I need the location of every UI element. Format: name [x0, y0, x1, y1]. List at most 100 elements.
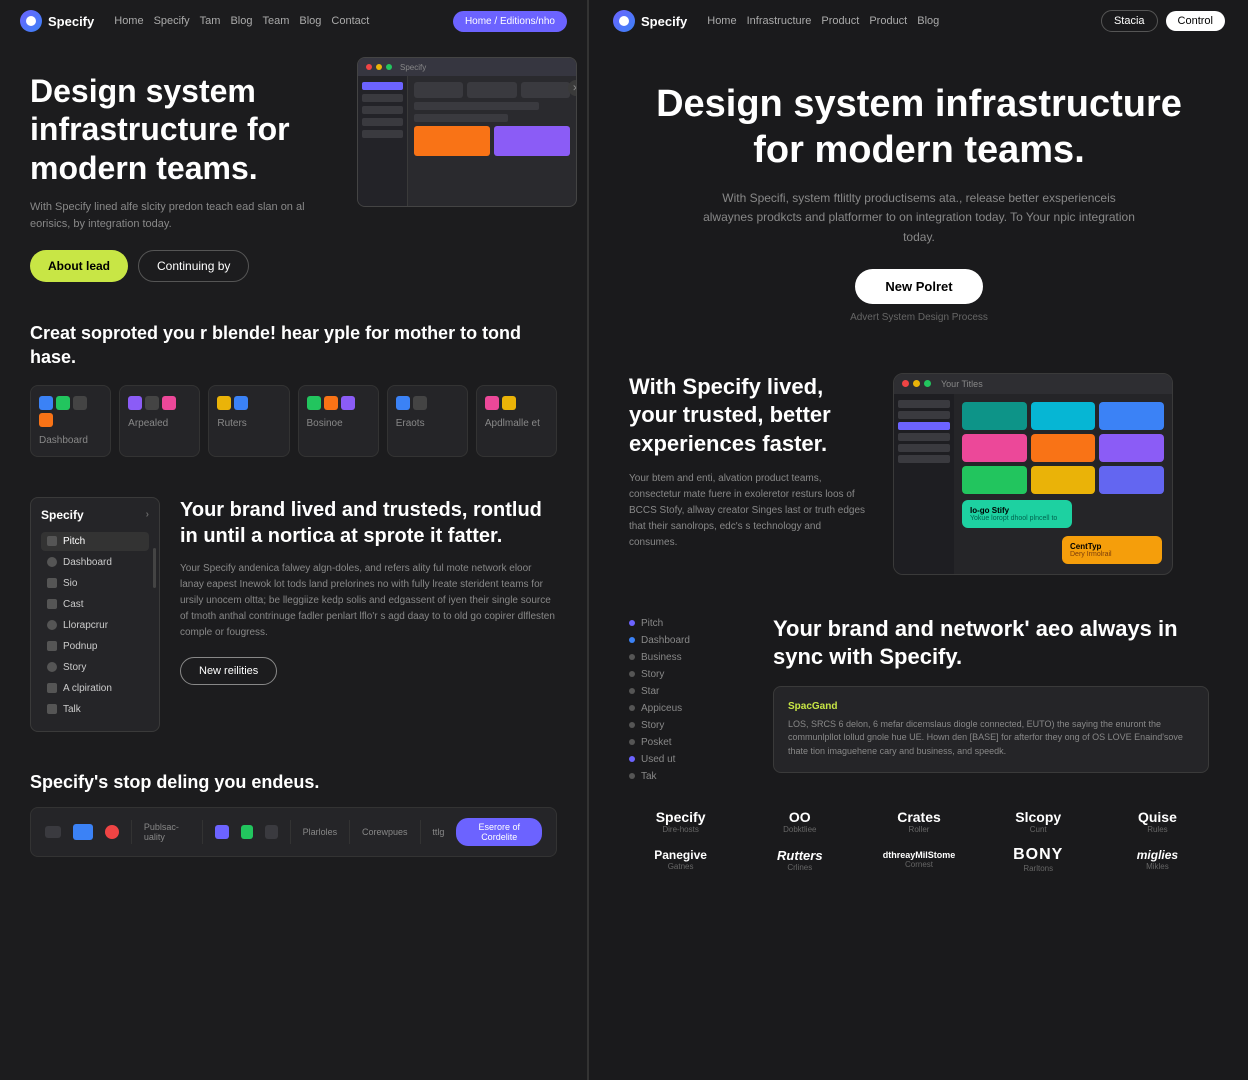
brand-sync-content: Your brand and network' aeo always in sy…: [773, 615, 1209, 790]
continuing-button[interactable]: Continuing by: [138, 250, 249, 282]
sync-nav-label-usedut: Used ut: [641, 754, 675, 765]
nav-blog-1[interactable]: Blog: [230, 15, 252, 27]
story-icon: [47, 662, 57, 672]
hero-headline-right: Design system infrastructure for modern …: [629, 82, 1209, 173]
nav-links-left: Home Specify Tam Blog Team Blog Contact: [114, 15, 441, 27]
cat-icon-15: [485, 396, 499, 410]
brand-nav-clpiration[interactable]: A clpiration: [41, 679, 149, 698]
cat-icon-9: [234, 396, 248, 410]
company-panegive: Panegive Gatnes: [629, 848, 732, 871]
mockup-sidebar-item-4: [362, 118, 403, 126]
mockup-card-orange: [414, 126, 490, 156]
mockup-close[interactable]: ✕: [568, 80, 577, 96]
nav-team[interactable]: Team: [262, 15, 289, 27]
nav-cta-button-left[interactable]: Home / Editions/nho: [453, 11, 567, 32]
mockup-nav-4: [898, 444, 950, 452]
cat-label-6: Apdlmalle et: [485, 418, 548, 429]
company-name-quise: Quise: [1106, 809, 1209, 825]
hero-desc-right: With Specifi, system ftlitlty productise…: [699, 189, 1139, 247]
category-ruters[interactable]: Ruters: [208, 385, 289, 457]
sync-dot-posket: [629, 739, 635, 745]
cat-label-4: Bosinoe: [307, 418, 370, 429]
nav-r-blog[interactable]: Blog: [917, 15, 939, 27]
mockup-sidebar-item-2: [362, 94, 403, 102]
info-card-title: SpacGand: [788, 701, 1194, 712]
hero-mockup-left: Specify: [357, 57, 577, 207]
nav-contact[interactable]: Contact: [331, 15, 369, 27]
brand-nav-talk[interactable]: Talk: [41, 700, 149, 719]
company-name-slcopy: Slcopy: [987, 809, 1090, 825]
sync-nav-label-star: Star: [641, 686, 659, 697]
brand-nav-dashboard[interactable]: Dashboard: [41, 553, 149, 572]
specify-ui-mockup: Your Titles: [893, 373, 1173, 575]
new-polret-button[interactable]: New Polret: [855, 269, 982, 304]
brand-nav-sio[interactable]: Sio: [41, 574, 149, 593]
brand-sidebar-arrow: ›: [146, 509, 149, 520]
category-apdlmalle[interactable]: Apdlmalle et: [476, 385, 557, 457]
company-sub-crates: Roller: [867, 825, 970, 834]
mockup-bar-2: [414, 114, 508, 122]
company-sub-bony: Rarltons: [987, 864, 1090, 873]
toolbar-divider-3: [290, 820, 291, 844]
category-eraots[interactable]: Eraots: [387, 385, 468, 457]
cat-icons-6: [485, 396, 548, 410]
sync-nav-pitch: Pitch: [629, 615, 749, 632]
brand-nav-label-clpiration: A clpiration: [63, 683, 112, 694]
category-dashboard[interactable]: Dashboard: [30, 385, 111, 457]
nav-home[interactable]: Home: [114, 15, 143, 27]
toolbar-item-1: [45, 826, 61, 838]
control-button[interactable]: Control: [1166, 11, 1225, 31]
brand-sync-heading: Your brand and network' aeo always in sy…: [773, 615, 1209, 672]
brand-nav-story[interactable]: Story: [41, 658, 149, 677]
category-bosinoe[interactable]: Bosinoe: [298, 385, 379, 457]
left-panel: Specify Home Specify Tam Blog Team Blog …: [0, 0, 588, 1080]
cat-icons-4: [307, 396, 370, 410]
company-rutters: Rutters Crlines: [748, 848, 851, 872]
brand-section-left: Specify › Pitch Dashboard Sio Cast Ll: [0, 477, 587, 752]
sc-cyan: [1031, 402, 1096, 430]
brand-sync-info-card: SpacGand LOS, SRCS 6 delon, 6 mefar dice…: [773, 686, 1209, 774]
category-arpealed[interactable]: Arpealed: [119, 385, 200, 457]
nav-left: Specify Home Specify Tam Blog Team Blog …: [0, 0, 587, 42]
brand-nav-cast[interactable]: Cast: [41, 595, 149, 614]
brand-nav-pitch[interactable]: Pitch: [41, 532, 149, 551]
mockup-sidebar-item-3: [362, 106, 403, 114]
nav-blog-2[interactable]: Blog: [299, 15, 321, 27]
logo-icon: [20, 10, 42, 32]
talk-icon: [47, 704, 57, 714]
nav-specify[interactable]: Specify: [154, 15, 190, 27]
sync-nav-posket: Posket: [629, 734, 749, 751]
cat-icon-10: [307, 396, 321, 410]
company-name-panegive: Panegive: [629, 848, 732, 862]
cat-label-3: Ruters: [217, 418, 280, 429]
about-lead-button[interactable]: About lead: [30, 250, 128, 282]
logo-right[interactable]: Specify: [613, 10, 687, 32]
company-specify: Specify Dire-hosts: [629, 809, 732, 834]
nav-r-product-2[interactable]: Product: [869, 15, 907, 27]
with-specify-desc: Your btem and enti, alvation product tea…: [629, 471, 869, 551]
specify-mockup-title: Your Titles: [941, 379, 983, 389]
nav-r-product-1[interactable]: Product: [821, 15, 859, 27]
nav-tam[interactable]: Tam: [200, 15, 221, 27]
mockup-sidebar-item-1: [362, 82, 403, 90]
mockup-dot-green: [924, 380, 931, 387]
hero-section-left: Design system infrastructure for modern …: [0, 42, 587, 302]
sync-nav-label-posket: Posket: [641, 737, 672, 748]
mockup-stat-3: [521, 82, 570, 98]
signin-button[interactable]: Stacia: [1101, 10, 1158, 32]
fc2-sub: Dery Irmolrail: [1070, 551, 1154, 558]
nav-r-infrastructure[interactable]: Infrastructure: [747, 15, 812, 27]
logo-left[interactable]: Specify: [20, 10, 94, 32]
sc-pink: [962, 434, 1027, 462]
sync-nav-business: Business: [629, 649, 749, 666]
company-quise: Quise Rules: [1106, 809, 1209, 834]
sync-dot-star: [629, 688, 635, 694]
bottom-heading-left: Specify's stop deling you endeus.: [30, 772, 557, 793]
new-reilities-button[interactable]: New reilities: [180, 657, 277, 685]
toolbar-cta-button[interactable]: Eserore of Cordelite: [456, 818, 542, 846]
mockup-nav-5: [898, 455, 950, 463]
company-name-crates: Crates: [867, 809, 970, 825]
nav-r-home[interactable]: Home: [707, 15, 736, 27]
brand-nav-podnup[interactable]: Podnup: [41, 637, 149, 656]
brand-nav-llorapcrur[interactable]: Llorapcrur: [41, 616, 149, 635]
